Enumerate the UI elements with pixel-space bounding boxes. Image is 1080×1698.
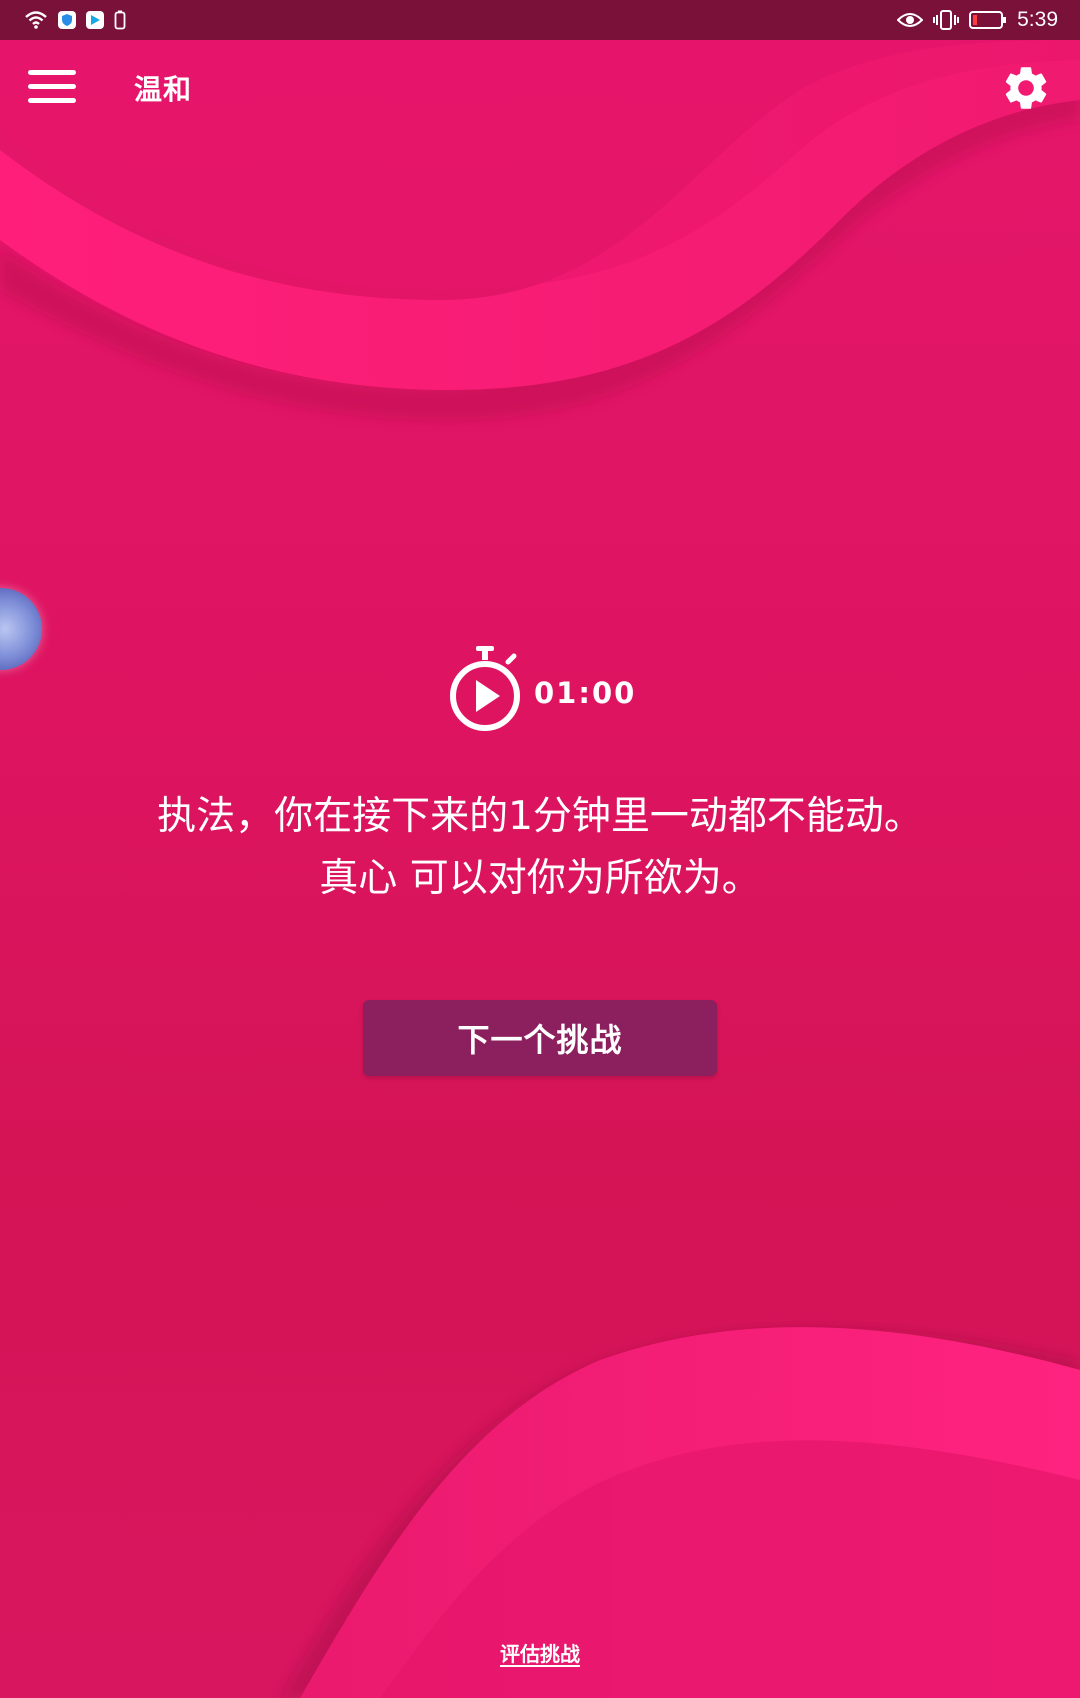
shield-app-icon [58,11,76,29]
wifi-icon [25,11,47,29]
app-screen: 5:39 温和 01:00 执法，你在接下来的1分钟里一动都不能动。真心 可以对… [0,0,1080,1698]
stopwatch-play-icon[interactable] [448,644,522,734]
gear-icon[interactable] [1000,62,1052,114]
evaluate-challenge-link[interactable]: 评估挑战 [500,1642,580,1666]
status-left-icons [24,8,126,32]
battery-low-icon [969,11,1007,29]
timer-text: 01:00 [534,676,637,710]
eye-icon [897,13,924,27]
status-time: 5:39 [1017,8,1058,31]
timer: 01:00 [448,644,636,734]
evaluate-link-container: 评估挑战 [0,1638,1080,1667]
hamburger-menu-icon[interactable] [28,68,78,108]
status-right-icons: 5:39 [897,6,1058,34]
page-title: 温和 [134,73,193,106]
phone-battery-small-icon [114,10,126,30]
next-challenge-button[interactable]: 下一个挑战 [363,1000,717,1076]
status-bar: 5:39 [0,0,1080,40]
play-app-icon [86,11,104,29]
challenge-text: 执法，你在接下来的1分钟里一动都不能动。真心 可以对你为所欲为。 [157,794,923,901]
vibrate-icon [933,10,960,30]
toolbar: 温和 [0,40,1080,136]
